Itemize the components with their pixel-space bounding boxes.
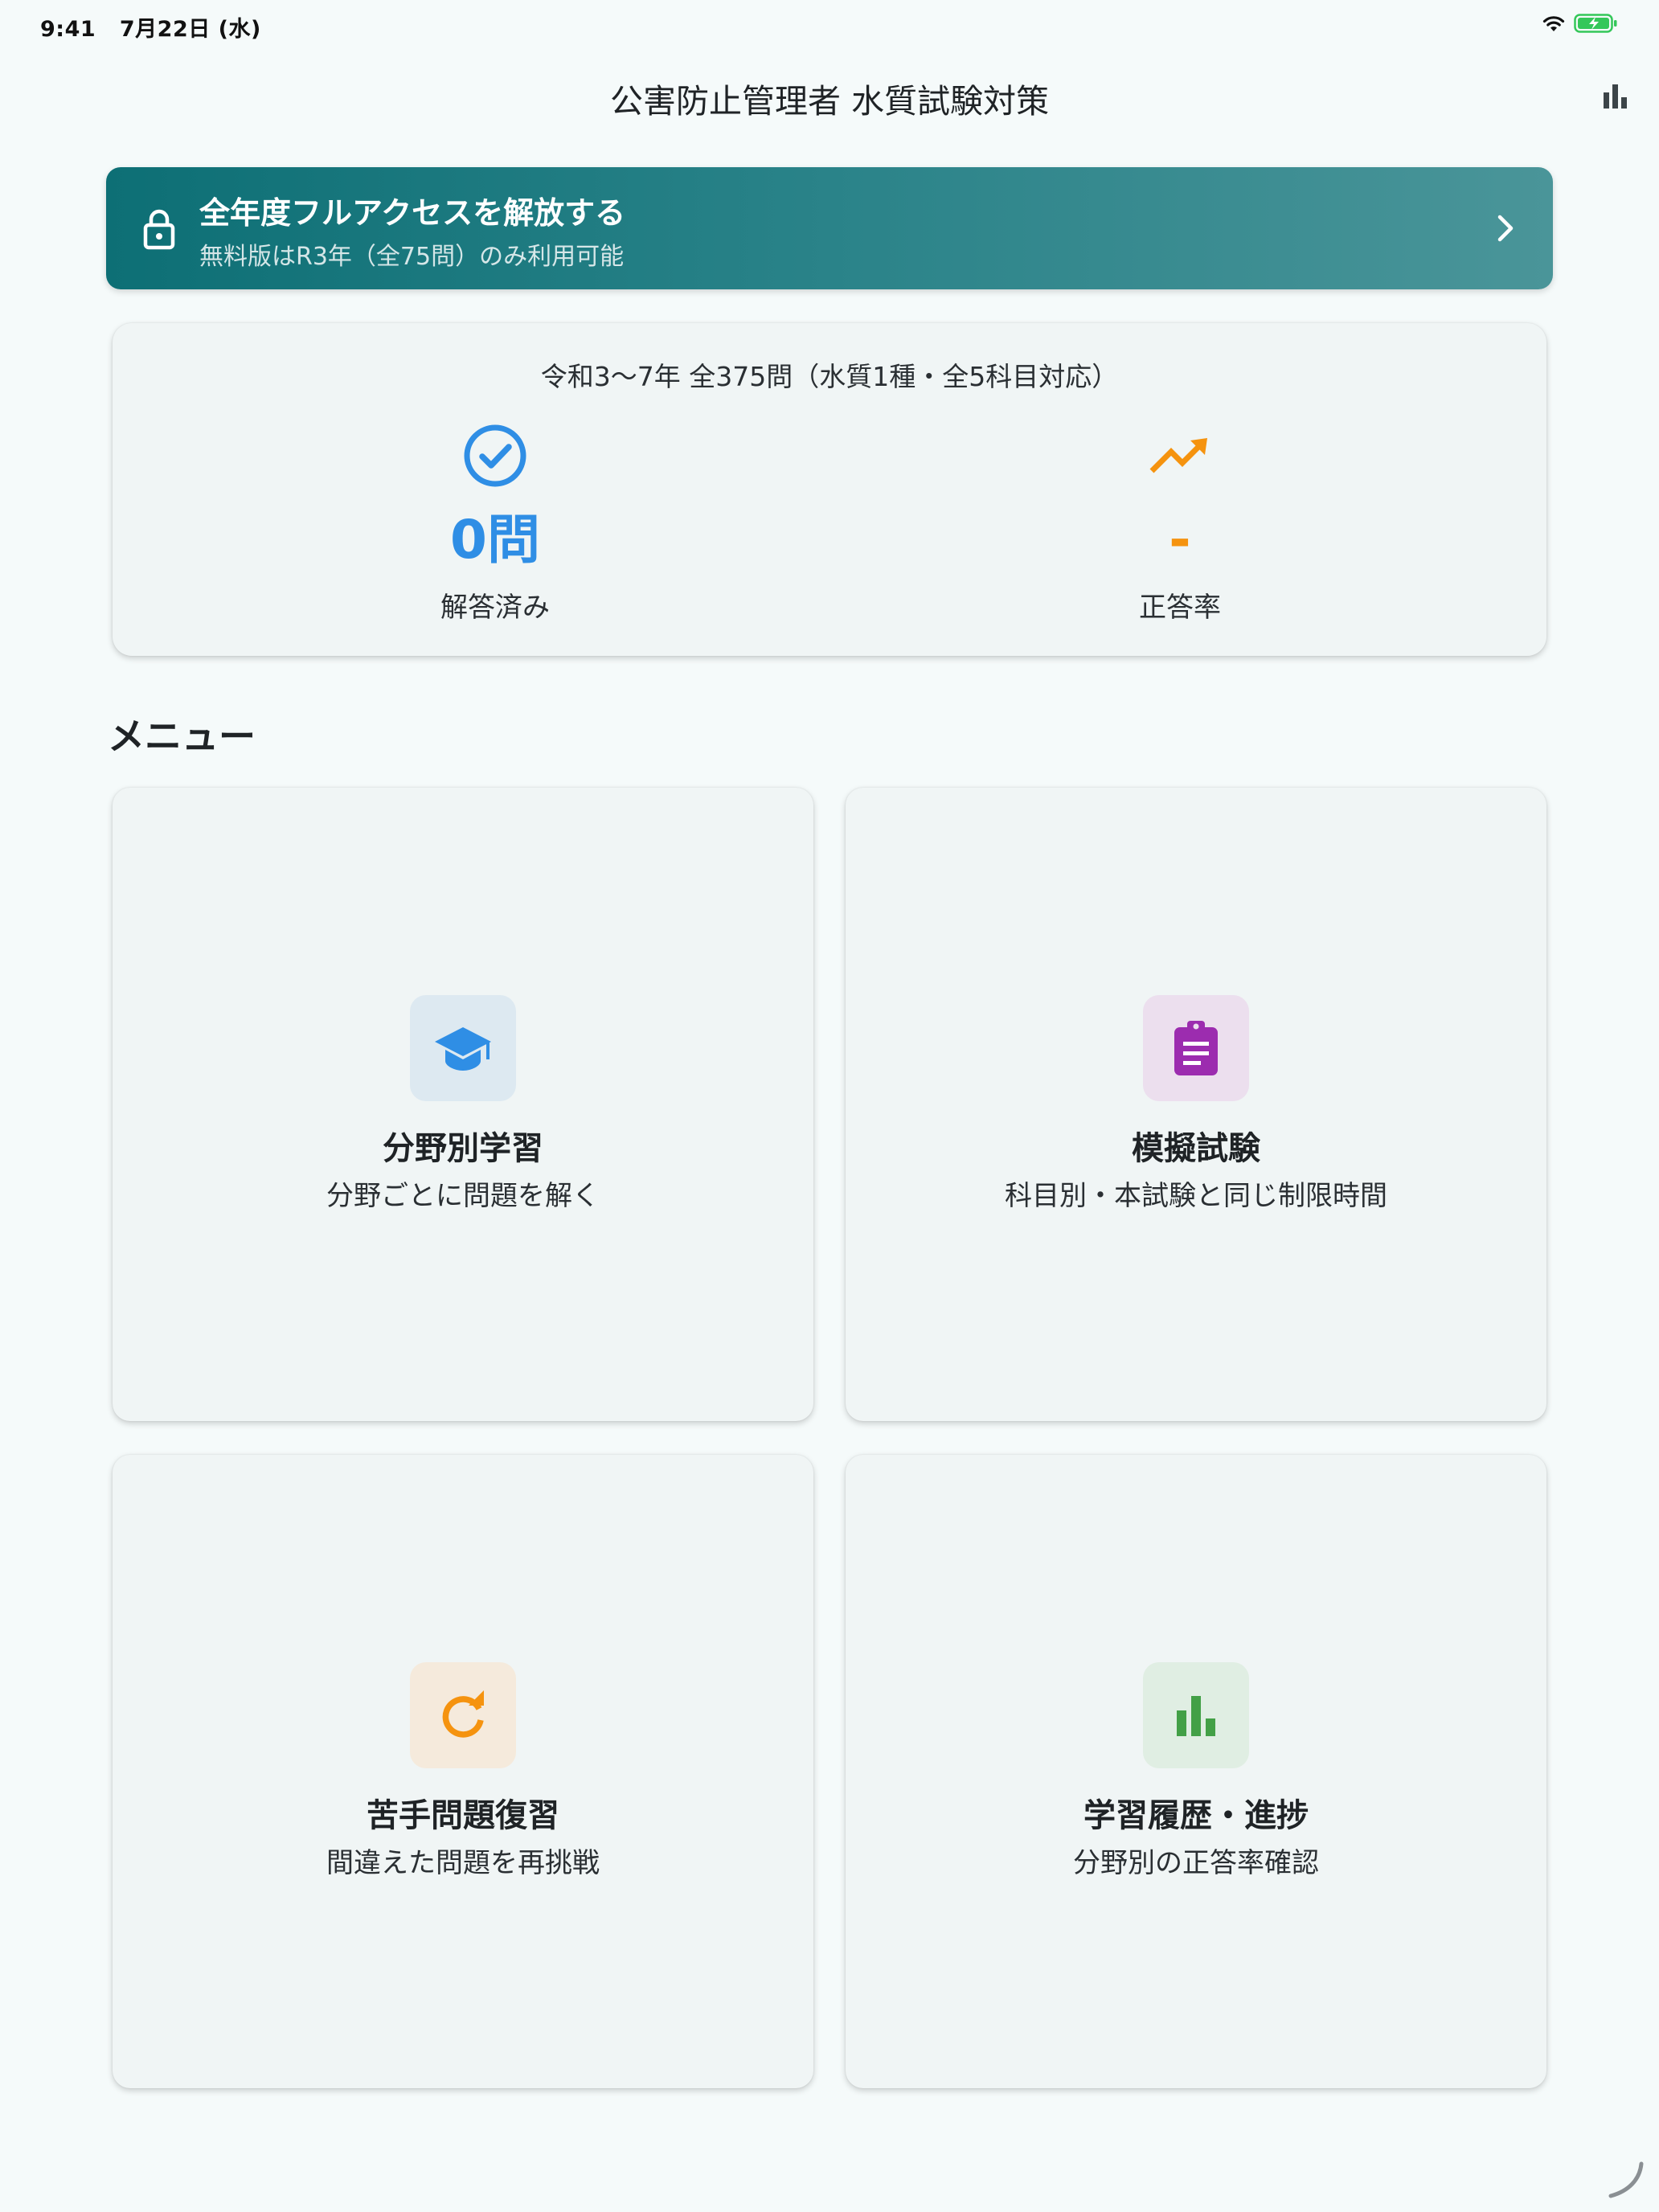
menu-card-title: 模擬試験 (1132, 1130, 1260, 1167)
app-title: 公害防止管理者 水質試験対策 (609, 82, 1050, 121)
unlock-banner-subtitle: 無料版はR3年（全75問）のみ利用可能 (199, 243, 625, 271)
menu-card-field-study[interactable]: 分野別学習 分野ごとに問題を解く (113, 788, 813, 1421)
menu-card-title: 苦手問題復習 (367, 1797, 559, 1834)
chevron-right-icon (1497, 215, 1514, 242)
status-bar: 9:41 7月22日 (水) (0, 0, 1659, 51)
corner-resize-indicator-icon (1608, 2161, 1644, 2198)
bar-chart-icon (1604, 84, 1627, 109)
unlock-full-access-banner[interactable]: 全年度フルアクセスを解放する 無料版はR3年（全75問）のみ利用可能 (106, 167, 1553, 289)
icon-badge (1143, 995, 1249, 1101)
menu-section-title: メニュー (108, 715, 256, 758)
accuracy-rate-value: - (1169, 509, 1191, 571)
bar-chart-icon (1177, 1696, 1215, 1736)
question-scope-text: 令和3〜7年 全375問（水質1種・全5科目対応） (540, 361, 1119, 392)
status-time: 9:41 7月22日 (水) (40, 11, 261, 43)
refresh-icon (442, 1690, 484, 1738)
accuracy-rate-stat: - 正答率 (979, 420, 1381, 625)
progress-summary-card: 令和3〜7年 全375問（水質1種・全5科目対応） 0問 解答済み - 正答率 (113, 323, 1546, 656)
menu-card-subtitle: 科目別・本試験と同じ制限時間 (1005, 1180, 1387, 1212)
check-circle-icon (464, 424, 526, 487)
menu-card-weak-review[interactable]: 苦手問題復習 間違えた問題を再挑戦 (113, 1455, 813, 2088)
unlock-banner-title: 全年度フルアクセスを解放する (199, 195, 626, 231)
wifi-icon (1542, 16, 1565, 31)
icon-badge (410, 1662, 516, 1768)
icon-badge (1143, 1662, 1249, 1768)
status-clock: 9:41 (40, 17, 96, 42)
menu-card-history-progress[interactable]: 学習履歴・進捗 分野別の正答率確認 (846, 1455, 1546, 2088)
status-date: 7月22日 (水) (119, 17, 261, 42)
answered-count-stat: 0問 解答済み (294, 420, 696, 625)
lock-icon (143, 209, 175, 250)
answered-count-label: 解答済み (440, 592, 550, 624)
statistics-button[interactable] (1595, 76, 1636, 117)
menu-card-mock-exam[interactable]: 模擬試験 科目別・本試験と同じ制限時間 (846, 788, 1546, 1421)
icon-badge (410, 995, 516, 1101)
app-bar: 公害防止管理者 水質試験対策 (0, 51, 1659, 140)
menu-card-subtitle: 間違えた問題を再挑戦 (326, 1847, 600, 1879)
menu-card-subtitle: 分野ごとに問題を解く (326, 1180, 600, 1212)
menu-card-subtitle: 分野別の正答率確認 (1073, 1847, 1319, 1879)
status-indicators (1542, 13, 1619, 34)
answered-count-value: 0問 (450, 509, 540, 571)
battery-charging-icon (1574, 14, 1617, 33)
clipboard-icon (1174, 1021, 1218, 1075)
menu-card-title: 分野別学習 (383, 1130, 543, 1167)
graduation-cap-icon (435, 1027, 491, 1071)
menu-card-title: 学習履歴・進捗 (1083, 1797, 1309, 1834)
trending-up-icon (1149, 438, 1207, 473)
accuracy-rate-label: 正答率 (1139, 592, 1221, 624)
